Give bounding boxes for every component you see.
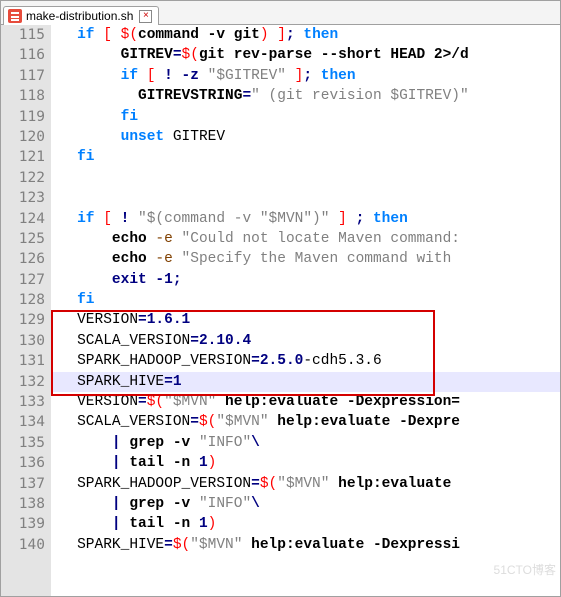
code-line[interactable]: echo -e "Specify the Maven command with (51, 249, 560, 269)
line-number: 116 (1, 45, 45, 65)
code-line[interactable]: VERSION=1.6.1 (51, 310, 560, 330)
line-number: 123 (1, 188, 45, 208)
code-line[interactable]: SPARK_HIVE=$("$MVN" help:evaluate -Dexpr… (51, 535, 560, 555)
code-line[interactable]: | grep -v "INFO"\ (51, 494, 560, 514)
code-line[interactable]: echo -e "Could not locate Maven command: (51, 229, 560, 249)
code-line[interactable]: | grep -v "INFO"\ (51, 433, 560, 453)
code-line[interactable]: VERSION=$("$MVN" help:evaluate -Dexpress… (51, 392, 560, 412)
line-number: 130 (1, 331, 45, 351)
tab-filename: make-distribution.sh (26, 9, 133, 23)
file-icon (8, 9, 22, 23)
line-number: 133 (1, 392, 45, 412)
code-line[interactable]: fi (51, 147, 560, 167)
line-number: 129 (1, 310, 45, 330)
line-number: 127 (1, 270, 45, 290)
code-line[interactable]: unset GITREV (51, 127, 560, 147)
code-area[interactable]: if [ $(command -v git) ]; then GITREV=$(… (51, 25, 560, 596)
code-line[interactable]: SCALA_VERSION=2.10.4 (51, 331, 560, 351)
line-number: 140 (1, 535, 45, 555)
line-number: 121 (1, 147, 45, 167)
line-number: 131 (1, 351, 45, 371)
editor-window: make-distribution.sh × 11511611711811912… (0, 0, 561, 597)
line-number: 122 (1, 168, 45, 188)
code-line[interactable]: exit -1; (51, 270, 560, 290)
code-line[interactable]: if [ $(command -v git) ]; then (51, 25, 560, 45)
code-line[interactable]: SPARK_HADOOP_VERSION=2.5.0-cdh5.3.6 (51, 351, 560, 371)
line-gutter: 1151161171181191201211221231241251261271… (1, 25, 51, 596)
code-line[interactable]: fi (51, 290, 560, 310)
line-number: 128 (1, 290, 45, 310)
line-number: 138 (1, 494, 45, 514)
line-number: 124 (1, 209, 45, 229)
line-number: 136 (1, 453, 45, 473)
code-line[interactable]: GITREVSTRING=" (git revision $GITREV)" (51, 86, 560, 106)
code-line[interactable]: SPARK_HIVE=1 (51, 372, 560, 392)
line-number: 118 (1, 86, 45, 106)
line-number: 119 (1, 107, 45, 127)
line-number: 120 (1, 127, 45, 147)
code-line[interactable]: | tail -n 1) (51, 453, 560, 473)
code-line[interactable]: | tail -n 1) (51, 514, 560, 534)
code-line[interactable]: SPARK_HADOOP_VERSION=$("$MVN" help:evalu… (51, 474, 560, 494)
file-tab[interactable]: make-distribution.sh × (3, 6, 159, 25)
line-number: 115 (1, 25, 45, 45)
line-number: 139 (1, 514, 45, 534)
code-line[interactable]: if [ ! -z "$GITREV" ]; then (51, 66, 560, 86)
line-number: 137 (1, 474, 45, 494)
line-number: 132 (1, 372, 45, 392)
line-number: 126 (1, 249, 45, 269)
code-line[interactable]: fi (51, 107, 560, 127)
tab-bar: make-distribution.sh × (1, 1, 560, 25)
line-number: 134 (1, 412, 45, 432)
code-line[interactable] (51, 188, 560, 208)
line-number: 135 (1, 433, 45, 453)
code-line[interactable]: GITREV=$(git rev-parse --short HEAD 2>/d (51, 45, 560, 65)
code-line[interactable] (51, 168, 560, 188)
code-line[interactable]: if [ ! "$(command -v "$MVN")" ] ; then (51, 209, 560, 229)
editor-area[interactable]: 1151161171181191201211221231241251261271… (1, 25, 560, 596)
line-number: 117 (1, 66, 45, 86)
code-line[interactable]: SCALA_VERSION=$("$MVN" help:evaluate -De… (51, 412, 560, 432)
line-number: 125 (1, 229, 45, 249)
close-icon[interactable]: × (139, 10, 152, 23)
